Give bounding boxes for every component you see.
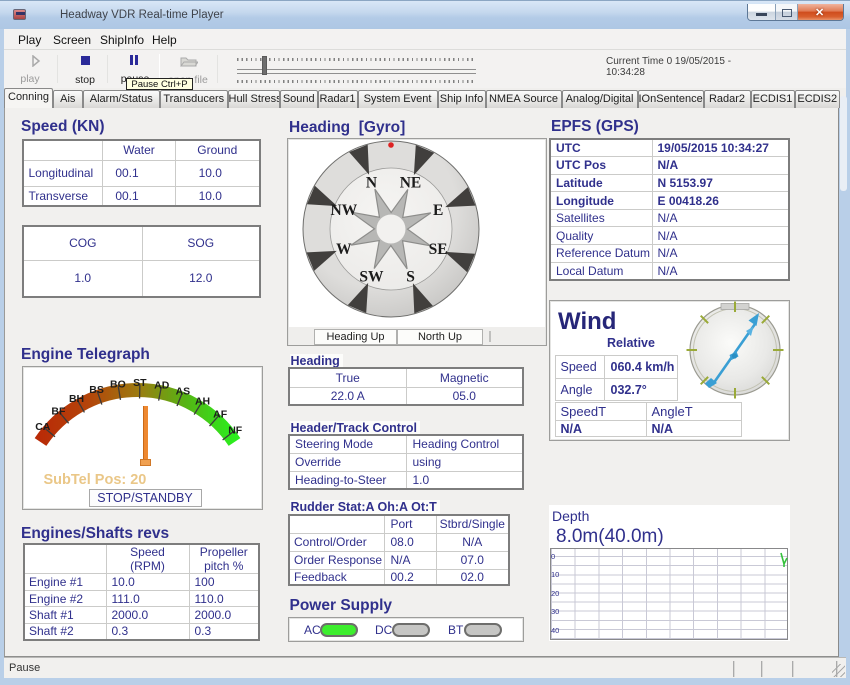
svg-text:NW: NW (331, 202, 358, 219)
svg-text:SW: SW (359, 269, 384, 286)
svg-text:NF: NF (228, 425, 243, 437)
svg-text:AH: AH (194, 395, 209, 407)
svg-text:SE: SE (429, 241, 448, 258)
svg-text:AS: AS (175, 386, 190, 398)
svg-text:BH: BH (68, 393, 83, 405)
svg-text:E: E (433, 202, 443, 219)
svg-text:W: W (336, 241, 352, 258)
svg-text:S: S (406, 269, 415, 286)
svg-text:AF: AF (213, 409, 228, 421)
svg-text:N: N (366, 174, 377, 191)
svg-text:BO: BO (110, 379, 126, 391)
svg-text:BS: BS (89, 384, 104, 396)
svg-text:NE: NE (400, 174, 422, 191)
svg-text:BF: BF (51, 405, 66, 417)
svg-text:AD: AD (154, 379, 170, 391)
svg-text:CA: CA (35, 421, 51, 433)
svg-text:ST: ST (133, 377, 147, 389)
